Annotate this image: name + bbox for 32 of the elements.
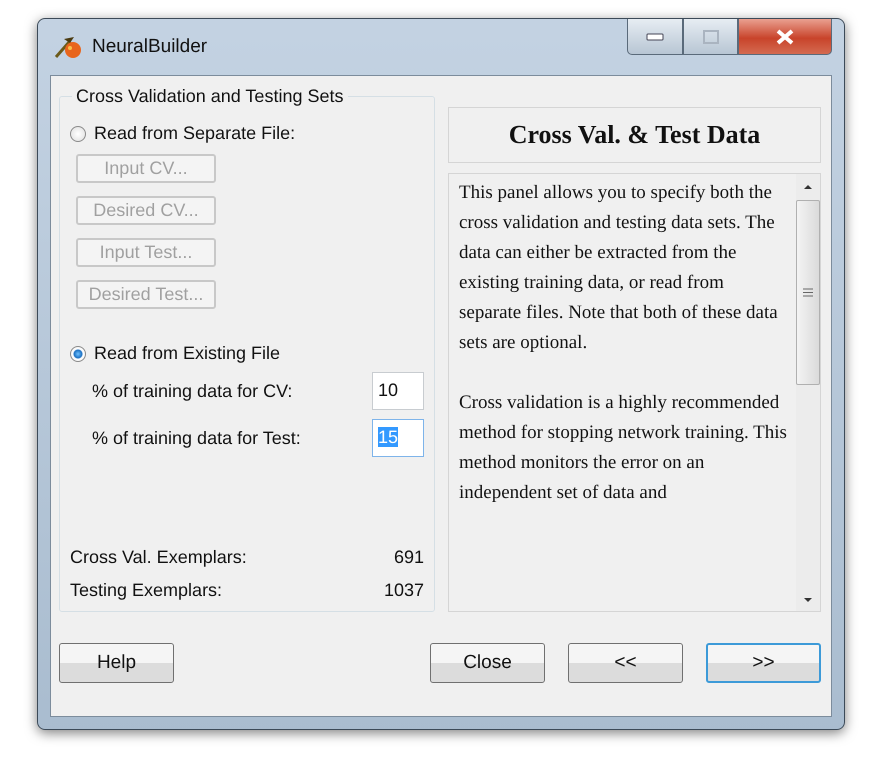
grip-icon (803, 288, 813, 297)
stat-value: 1037 (384, 580, 424, 601)
field-label: % of training data for CV: (92, 380, 292, 402)
scroll-up-icon (803, 184, 813, 190)
dialog-button[interactable]: Close (430, 643, 545, 683)
help-paragraph: This panel allows you to specify both the cross validation and testing data sets. The data can either be extracted from the existing training data, or read from separate files. Note that both of these data sets are optional. (459, 181, 779, 355)
window-title: NeuralBuilder (92, 36, 208, 58)
stat-label: Testing Exemplars: (70, 580, 222, 601)
app-icon (54, 35, 82, 59)
radio-label[interactable]: Read from Separate File: (94, 123, 296, 144)
radio-button[interactable] (70, 126, 86, 142)
radio-label[interactable]: Read from Existing File (94, 343, 280, 364)
radio-button[interactable] (70, 346, 86, 362)
dialog-button[interactable]: Help (59, 643, 174, 683)
scroll-down-icon (803, 597, 813, 603)
maximize-icon (702, 30, 718, 44)
panel-title: Cross Val. & Test Data (508, 120, 760, 150)
help-paragraph: Cross validation is a highly recommended method for stopping network training. This method monitors the error on an independent set of data and (459, 391, 788, 505)
stat-label: Cross Val. Exemplars: (70, 547, 247, 568)
maximize-button[interactable] (683, 19, 738, 55)
dialog-button[interactable]: << (568, 643, 683, 683)
minimize-icon (646, 32, 664, 40)
scroll-thumb[interactable] (796, 200, 820, 385)
scrollbar[interactable] (796, 174, 820, 611)
dialog-button[interactable]: >> (706, 643, 821, 683)
minimize-button[interactable] (627, 19, 683, 55)
group-title: Cross Validation and Testing Sets (75, 86, 344, 107)
field-label: % of training data for Test: (92, 428, 301, 448)
close-icon (775, 28, 795, 44)
stat-value: 691 (394, 547, 424, 568)
input-field[interactable]: 10 (372, 372, 424, 410)
close-button[interactable] (738, 19, 832, 55)
